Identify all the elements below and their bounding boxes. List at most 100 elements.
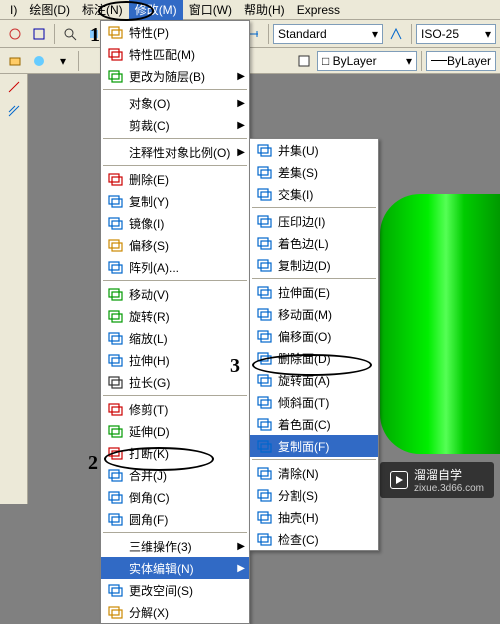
join-icon (105, 467, 125, 483)
menu-item-extrudeface[interactable]: 拉伸面(E) (250, 281, 378, 303)
menu-item-check[interactable]: 检查(C) (250, 528, 378, 550)
menu-item-label: 偏移面(O) (278, 328, 374, 345)
check-icon (254, 531, 274, 547)
menu-item-label: 倒角(C) (129, 489, 245, 506)
color-icon[interactable] (293, 50, 315, 72)
menu-item-erase[interactable]: 删除(E) (101, 168, 249, 190)
menu-item-intersect[interactable]: 交集(I) (250, 183, 378, 205)
menu-item-trim[interactable]: 修剪(T) (101, 398, 249, 420)
solid-editing-submenu: 并集(U)差集(S)交集(I) 压印边(I) 着色边(L) 复制边(D) 拉伸面(E)移… (249, 138, 379, 551)
submenu-arrow-icon: ▶ (237, 98, 245, 109)
style-dropdown[interactable]: Standard▾ (273, 24, 383, 44)
dimstyle-dropdown[interactable]: ISO-25▾ (416, 24, 496, 44)
tool-button[interactable] (4, 50, 26, 72)
moveface-icon (254, 306, 274, 322)
menu-item-sub[interactable]: 注释性对象比例(O)▶ (101, 141, 249, 163)
menu-item-imprint[interactable]: 压印边(I) (250, 210, 378, 232)
menu-item-label: 圆角(F) (129, 511, 245, 528)
menu-item-join[interactable]: 合并(J) (101, 464, 249, 486)
menu-item-label: 特性匹配(M) (129, 46, 245, 63)
menu-item-moveface[interactable]: 移动面(M) (250, 303, 378, 325)
left-toolbar (0, 74, 28, 504)
menu-item-offset[interactable]: 偏移(S) (101, 234, 249, 256)
menu-item-match[interactable]: 特性匹配(M) (101, 43, 249, 65)
menu-item-subtract[interactable]: 差集(S) (250, 161, 378, 183)
chevron-down-icon: ▾ (366, 27, 378, 41)
menu-item-union[interactable]: 并集(U) (250, 139, 378, 161)
tool-button[interactable]: ▾ (52, 50, 74, 72)
menu-item-label: 更改为随层(B) (129, 68, 237, 85)
line-tool-icon[interactable] (3, 76, 25, 98)
menu-item-sub[interactable]: 三维操作(3)▶ (101, 535, 249, 557)
menu-item-props[interactable]: 特性(P) (101, 21, 249, 43)
rotateface-icon (254, 372, 274, 388)
submenu-arrow-icon: ▶ (237, 541, 245, 552)
menu-item-label: 更改空间(S) (129, 582, 245, 599)
blank-icon (105, 560, 125, 576)
menu-item-rotate[interactable]: 旋转(R) (101, 305, 249, 327)
menu-item-stretch[interactable]: 拉伸(H) (101, 349, 249, 371)
annotation-3: 3 (230, 355, 240, 378)
tool-button[interactable] (28, 50, 50, 72)
menu-item-taperface[interactable]: 倾斜面(T) (250, 391, 378, 413)
menu-item[interactable]: 帮助(H) (238, 0, 291, 20)
annotation-2: 2 (88, 452, 98, 475)
menu-item-break[interactable]: 打断(K) (101, 442, 249, 464)
menu-item-bylayer[interactable]: 更改为随层(B)▶ (101, 65, 249, 87)
menu-item[interactable]: 修改(M) (129, 0, 183, 20)
menu-item-move[interactable]: 移动(V) (101, 283, 249, 305)
menu-item-sub[interactable]: 实体编辑(N)▶ (101, 557, 249, 579)
annotation-1: 1 (90, 24, 100, 47)
menu-item-sub[interactable]: 剪裁(C)▶ (101, 114, 249, 136)
menu-item-label: 着色边(L) (278, 235, 374, 252)
menu-item-fillet[interactable]: 圆角(F) (101, 508, 249, 530)
menu-item-chamfer[interactable]: 倒角(C) (101, 486, 249, 508)
blank-icon (105, 144, 125, 160)
menu-item-label: 对象(O) (129, 95, 237, 112)
menu-item-explode[interactable]: 分解(X) (101, 601, 249, 623)
menu-item-label: 倾斜面(T) (278, 394, 374, 411)
menu-item-label: 删除(E) (129, 171, 245, 188)
taperface-icon (254, 394, 274, 410)
subtract-icon (254, 164, 274, 180)
tool-button[interactable] (3, 100, 25, 122)
menu-item-scale[interactable]: 缩放(L) (101, 327, 249, 349)
menu-item[interactable]: I) (4, 1, 23, 19)
tool-button[interactable] (28, 23, 50, 45)
trim-icon (105, 401, 125, 417)
menu-item-copyface[interactable]: 复制面(F) (250, 435, 378, 457)
menu-item-lengthen[interactable]: 拉长(G) (101, 371, 249, 393)
erase-icon (105, 171, 125, 187)
move-icon (105, 286, 125, 302)
menu-item-label: 抽壳(H) (278, 509, 374, 526)
menu-item-sub[interactable]: 对象(O)▶ (101, 92, 249, 114)
menu-item-label: 旋转面(A) (278, 372, 374, 389)
menu-item[interactable]: Express (291, 1, 346, 19)
tool-button[interactable] (385, 23, 407, 45)
color-dropdown[interactable]: □ ByLayer▾ (317, 51, 417, 71)
menu-item-deleteface[interactable]: 删除面(D) (250, 347, 378, 369)
menu-item-shell[interactable]: 抽壳(H) (250, 506, 378, 528)
menu-item-separate[interactable]: 分割(S) (250, 484, 378, 506)
menu-item-rotateface[interactable]: 旋转面(A) (250, 369, 378, 391)
menu-item-clean[interactable]: 清除(N) (250, 462, 378, 484)
colorface-icon (254, 416, 274, 432)
menu-item-space[interactable]: 更改空间(S) (101, 579, 249, 601)
menu-item-coloredge[interactable]: 着色边(L) (250, 232, 378, 254)
menu-item[interactable]: 绘图(D) (23, 0, 76, 20)
menu-item-mirror[interactable]: 镜像(I) (101, 212, 249, 234)
blank-icon (105, 117, 125, 133)
tool-zoom-icon[interactable] (59, 23, 81, 45)
menu-item-array[interactable]: 阵列(A)... (101, 256, 249, 278)
menu-item[interactable]: 窗口(W) (183, 0, 238, 20)
tool-button[interactable] (4, 23, 26, 45)
menu-item-colorface[interactable]: 着色面(C) (250, 413, 378, 435)
menu-item-label: 清除(N) (278, 465, 374, 482)
menu-item-copyedge[interactable]: 复制边(D) (250, 254, 378, 276)
menu-item[interactable]: 标注(N) (76, 0, 129, 20)
menu-item-extend[interactable]: 延伸(D) (101, 420, 249, 442)
submenu-arrow-icon: ▶ (237, 563, 245, 574)
menu-item-offsetface[interactable]: 偏移面(O) (250, 325, 378, 347)
linetype-dropdown[interactable]: ByLayer (426, 51, 496, 71)
menu-item-copy[interactable]: 复制(Y) (101, 190, 249, 212)
